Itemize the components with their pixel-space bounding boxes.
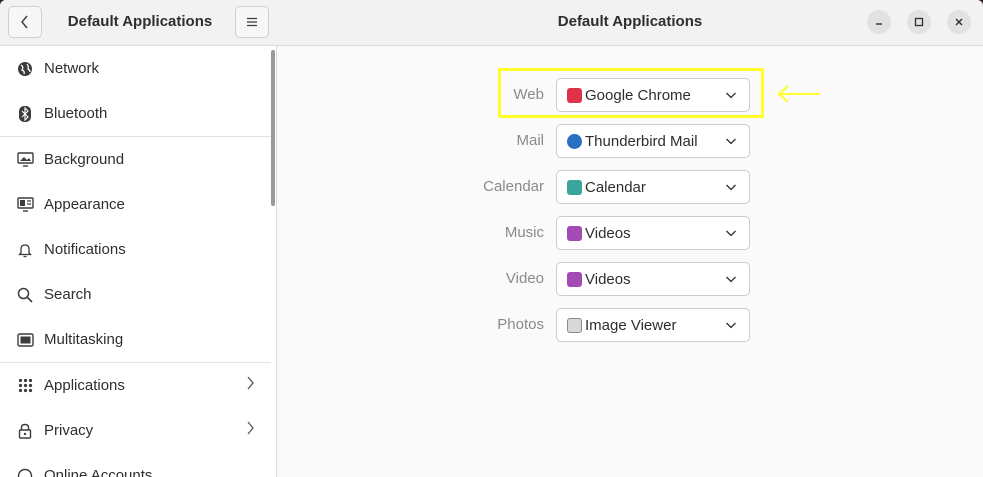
calendar-value: Calendar [585, 179, 646, 196]
minimize-button[interactable] [867, 10, 891, 34]
videos-icon [567, 226, 582, 241]
sidebar-title: Default Applications [67, 13, 213, 30]
calendar-label: Calendar [483, 178, 544, 195]
sidebar-item-label: Search [44, 286, 92, 303]
sidebar: Default Applications Network Bluetooth B… [0, 0, 277, 477]
multitasking-icon [16, 331, 34, 349]
back-button[interactable] [8, 6, 42, 38]
photos-dropdown[interactable]: Image Viewer [556, 308, 750, 342]
chevron-down-icon [726, 230, 736, 237]
sidebar-item-multitasking[interactable]: Multitasking [0, 317, 271, 362]
sidebar-item-label: Bluetooth [44, 105, 108, 122]
thunderbird-icon [567, 134, 582, 149]
video-dropdown[interactable]: Videos [556, 262, 750, 296]
sidebar-item-label: Background [44, 151, 125, 168]
search-icon [16, 286, 34, 304]
calendar-dropdown[interactable]: Calendar [556, 170, 750, 204]
sidebar-item-search[interactable]: Search [0, 272, 271, 317]
sidebar-item-label: Notifications [44, 241, 126, 258]
globe-icon [16, 60, 34, 78]
maximize-button[interactable] [907, 10, 931, 34]
chevron-down-icon [726, 276, 736, 283]
video-label: Video [505, 270, 544, 287]
sidebar-item-online-accounts[interactable]: Online Accounts [0, 453, 271, 477]
sidebar-item-network[interactable]: Network [0, 46, 271, 91]
video-value: Videos [585, 271, 631, 288]
bell-icon [16, 241, 34, 259]
monitor-icon [16, 151, 34, 169]
bluetooth-icon [16, 105, 34, 123]
maximize-icon [914, 17, 924, 27]
arrow-left-icon [777, 85, 820, 103]
sidebar-item-label: Appearance [44, 196, 125, 213]
sidebar-item-label: Network [44, 60, 100, 77]
music-dropdown[interactable]: Videos [556, 216, 750, 250]
sidebar-item-notifications[interactable]: Notifications [0, 227, 271, 272]
chevron-down-icon [726, 184, 736, 191]
sidebar-scrollbar[interactable] [271, 50, 275, 206]
chevron-down-icon [726, 322, 736, 329]
photos-label: Photos [497, 316, 544, 333]
chevron-left-icon [21, 15, 28, 29]
chevron-right-icon [246, 376, 254, 395]
chevron-right-icon [246, 421, 254, 440]
appearance-icon [16, 196, 34, 214]
settings-window: Default Applications Network Bluetooth B… [0, 0, 983, 477]
music-value: Videos [585, 225, 631, 242]
hamburger-icon [247, 17, 257, 27]
main-header: Default Applications [277, 0, 983, 46]
close-button[interactable] [947, 10, 971, 34]
music-label: Music [504, 224, 544, 241]
highlight-box [498, 68, 764, 118]
sidebar-item-privacy[interactable]: Privacy [0, 408, 271, 453]
image-viewer-icon [567, 318, 582, 333]
sidebar-header: Default Applications [0, 0, 277, 46]
mail-dropdown[interactable]: Thunderbird Mail [556, 124, 750, 158]
menu-button[interactable] [235, 6, 269, 38]
applications-icon [16, 377, 34, 395]
sidebar-item-applications[interactable]: Applications [0, 363, 271, 408]
lock-icon [16, 422, 34, 440]
sidebar-item-appearance[interactable]: Appearance [0, 182, 271, 227]
mail-label: Mail [516, 132, 544, 149]
sidebar-item-label: Multitasking [44, 331, 124, 348]
minimize-icon [876, 23, 882, 25]
calendar-icon [567, 180, 582, 195]
mail-value: Thunderbird Mail [585, 133, 698, 150]
sidebar-item-label: Online Accounts [44, 467, 153, 477]
sidebar-item-background[interactable]: Background [0, 137, 271, 182]
videos-icon [567, 272, 582, 287]
photos-value: Image Viewer [585, 317, 677, 334]
close-icon [955, 18, 963, 26]
accounts-icon [16, 467, 34, 477]
sidebar-item-bluetooth[interactable]: Bluetooth [0, 91, 271, 136]
sidebar-item-label: Privacy [44, 422, 94, 439]
chevron-down-icon [726, 138, 736, 145]
sidebar-item-label: Applications [44, 377, 125, 394]
